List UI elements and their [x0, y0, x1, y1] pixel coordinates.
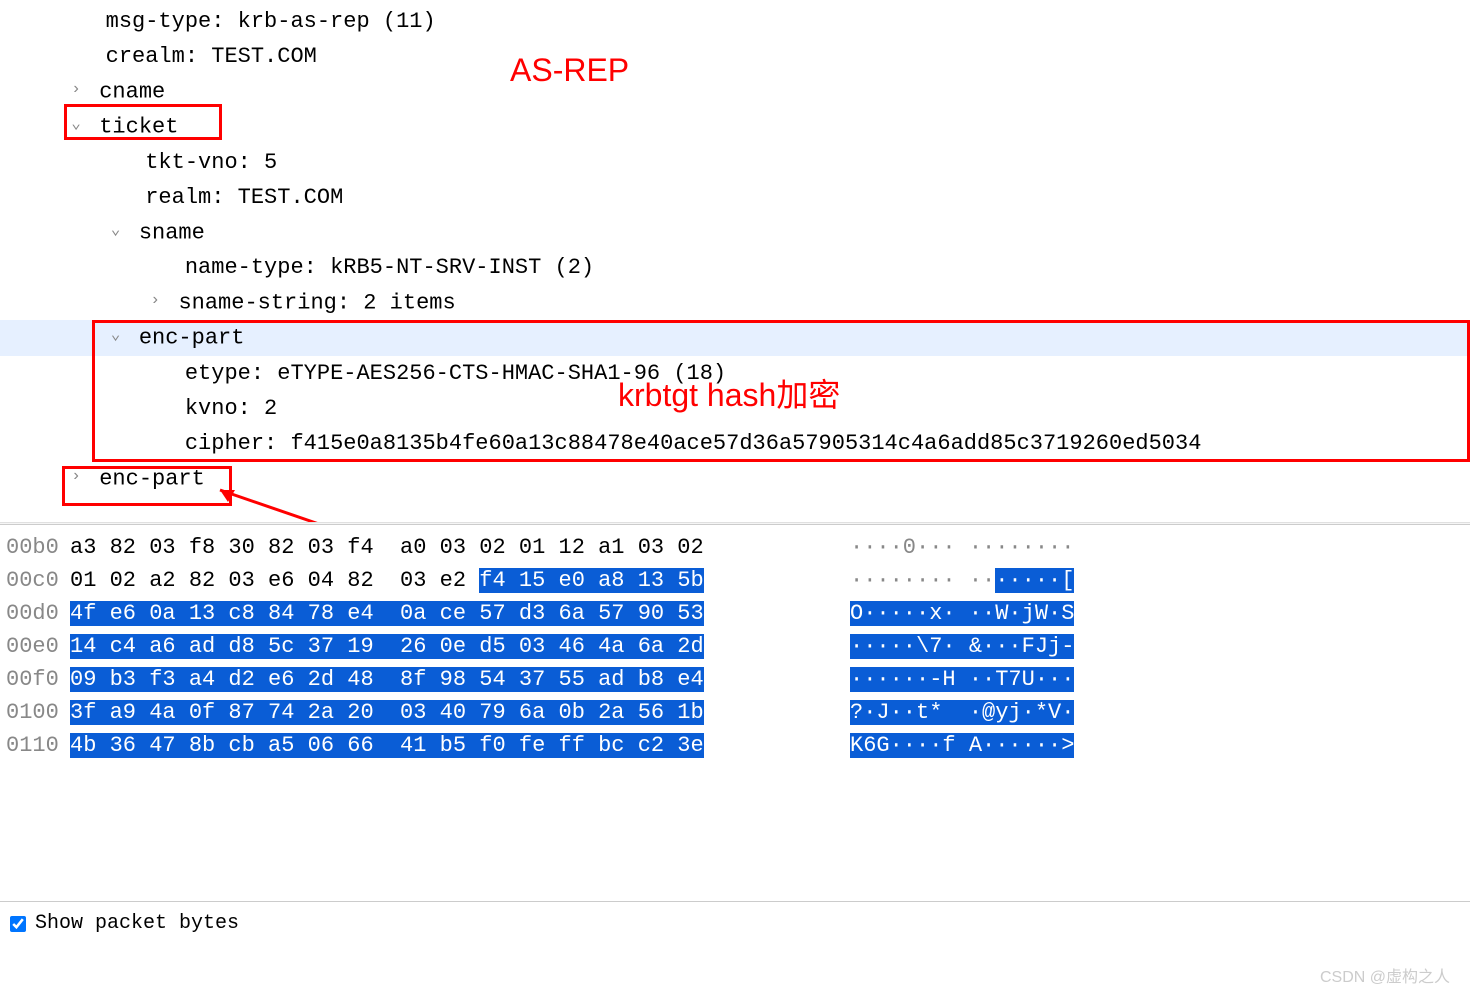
- watermark: CSDN @虚构之人: [1320, 963, 1450, 987]
- chevron-right-icon[interactable]: ›: [66, 459, 86, 494]
- hex-bytes: 3f a9 4a 0f 87 74 2a 20 03 40 79 6a 0b 2…: [70, 696, 810, 729]
- hex-offset: 00b0: [0, 531, 70, 564]
- hex-offset: 0100: [0, 696, 70, 729]
- field-enc-part-outer: enc-part: [99, 466, 205, 491]
- packet-tree[interactable]: msg-type: krb-as-rep (11) crealm: TEST.C…: [0, 0, 1470, 496]
- tree-row[interactable]: etype: eTYPE-AES256-CTS-HMAC-SHA1-96 (18…: [0, 356, 1470, 391]
- hex-ascii: K6G····f A······>: [850, 729, 1074, 762]
- hex-bytes: 4b 36 47 8b cb a5 06 66 41 b5 f0 fe ff b…: [70, 729, 810, 762]
- tree-row[interactable]: tkt-vno: 5: [0, 145, 1470, 180]
- hex-row[interactable]: 00e014 c4 a6 ad d8 5c 37 19 26 0e d5 03 …: [0, 630, 1470, 663]
- field-realm: realm: TEST.COM: [145, 185, 343, 210]
- field-msg-type: msg-type: krb-as-rep (11): [106, 9, 436, 34]
- hex-ascii: ?·J··t* ·@yj·*V·: [850, 696, 1074, 729]
- hex-ascii: ····0··· ········: [850, 531, 1074, 564]
- field-crealm: crealm: TEST.COM: [106, 44, 317, 69]
- field-enc-part: enc-part: [139, 326, 245, 351]
- tree-row[interactable]: msg-type: krb-as-rep (11): [0, 4, 1470, 39]
- tree-row[interactable]: kvno: 2: [0, 391, 1470, 426]
- hex-row[interactable]: 00d04f e6 0a 13 c8 84 78 e4 0a ce 57 d3 …: [0, 597, 1470, 630]
- field-sname: sname: [139, 220, 205, 245]
- hex-bytes: 4f e6 0a 13 c8 84 78 e4 0a ce 57 d3 6a 5…: [70, 597, 810, 630]
- tree-row-selected[interactable]: ⌄ enc-part: [0, 320, 1470, 355]
- hex-ascii: ·····\7· &···FJj-: [850, 630, 1074, 663]
- field-tkt-vno: tkt-vno: 5: [145, 150, 277, 175]
- footer-bar: Show packet bytes: [0, 901, 1470, 945]
- tree-row[interactable]: cipher: f415e0a8135b4fe60a13c88478e40ace…: [0, 426, 1470, 461]
- field-kvno: kvno: 2: [185, 396, 277, 421]
- field-cname: cname: [99, 79, 165, 104]
- tree-row[interactable]: ⌄ ticket: [0, 109, 1470, 144]
- tree-row[interactable]: ⌄ sname: [0, 215, 1470, 250]
- chevron-down-icon[interactable]: ⌄: [66, 107, 86, 142]
- field-etype: etype: eTYPE-AES256-CTS-HMAC-SHA1-96 (18…: [185, 361, 726, 386]
- hex-offset: 00f0: [0, 663, 70, 696]
- tree-row[interactable]: › cname: [0, 74, 1470, 109]
- hex-row[interactable]: 01003f a9 4a 0f 87 74 2a 20 03 40 79 6a …: [0, 696, 1470, 729]
- chevron-right-icon[interactable]: ›: [66, 72, 86, 107]
- tree-row[interactable]: crealm: TEST.COM: [0, 39, 1470, 74]
- field-cipher: cipher: f415e0a8135b4fe60a13c88478e40ace…: [185, 431, 1202, 456]
- hex-bytes: 14 c4 a6 ad d8 5c 37 19 26 0e d5 03 46 4…: [70, 630, 810, 663]
- hex-row[interactable]: 01104b 36 47 8b cb a5 06 66 41 b5 f0 fe …: [0, 729, 1470, 762]
- chevron-down-icon[interactable]: ⌄: [106, 318, 126, 353]
- show-packet-bytes-checkbox[interactable]: [10, 916, 26, 932]
- field-ticket: ticket: [99, 115, 178, 140]
- hex-row[interactable]: 00f009 b3 f3 a4 d2 e6 2d 48 8f 98 54 37 …: [0, 663, 1470, 696]
- hex-ascii: ······-H ··T7U···: [850, 663, 1074, 696]
- hex-offset: 00e0: [0, 630, 70, 663]
- hex-bytes: 01 02 a2 82 03 e6 04 82 03 e2 f4 15 e0 a…: [70, 564, 810, 597]
- tree-row[interactable]: name-type: kRB5-NT-SRV-INST (2): [0, 250, 1470, 285]
- field-sname-string: sname-string: 2 items: [178, 290, 455, 315]
- hex-ascii: ········ ·······[: [850, 564, 1074, 597]
- hex-offset: 00c0: [0, 564, 70, 597]
- chevron-down-icon[interactable]: ⌄: [106, 213, 126, 248]
- hex-row[interactable]: 00b0a3 82 03 f8 30 82 03 f4 a0 03 02 01 …: [0, 531, 1470, 564]
- hex-ascii: O·····x· ··W·jW·S: [850, 597, 1074, 630]
- chevron-right-icon[interactable]: ›: [145, 283, 165, 318]
- hex-offset: 00d0: [0, 597, 70, 630]
- tree-row[interactable]: › enc-part: [0, 461, 1470, 496]
- show-packet-bytes-label: Show packet bytes: [35, 912, 239, 935]
- hex-view[interactable]: 00b0a3 82 03 f8 30 82 03 f4 a0 03 02 01 …: [0, 524, 1470, 762]
- tree-row[interactable]: › sname-string: 2 items: [0, 285, 1470, 320]
- field-name-type: name-type: kRB5-NT-SRV-INST (2): [185, 255, 594, 280]
- hex-bytes: 09 b3 f3 a4 d2 e6 2d 48 8f 98 54 37 55 a…: [70, 663, 810, 696]
- hex-row[interactable]: 00c001 02 a2 82 03 e6 04 82 03 e2 f4 15 …: [0, 564, 1470, 597]
- tree-row[interactable]: realm: TEST.COM: [0, 180, 1470, 215]
- hex-bytes: a3 82 03 f8 30 82 03 f4 a0 03 02 01 12 a…: [70, 531, 810, 564]
- hex-offset: 0110: [0, 729, 70, 762]
